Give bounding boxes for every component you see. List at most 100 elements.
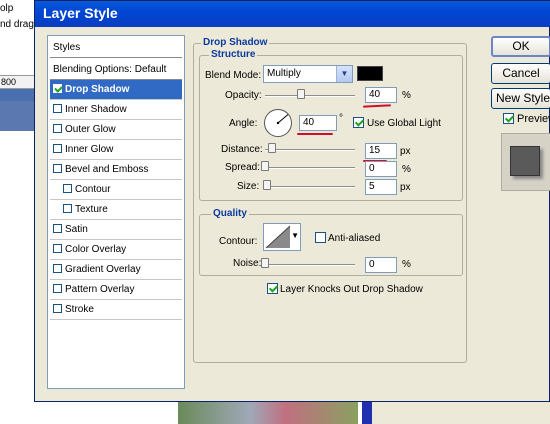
style-item-checkbox[interactable] — [53, 104, 62, 113]
style-item-color-overlay[interactable]: Color Overlay — [50, 240, 182, 260]
use-global-light-label[interactable]: Use Global Light — [367, 118, 441, 129]
size-unit: px — [400, 182, 411, 193]
background-hint-text: olp — [0, 3, 14, 14]
noise-input[interactable]: 0 — [365, 257, 397, 273]
style-item-checkbox[interactable] — [53, 244, 62, 253]
style-item-drop-shadow[interactable]: Drop Shadow — [50, 80, 182, 100]
angle-dial-icon — [264, 109, 292, 137]
structure-title: Structure — [209, 49, 258, 60]
background-ruler: 800 — [0, 75, 36, 89]
styles-header[interactable]: Styles — [50, 38, 182, 58]
style-item-checkbox[interactable] — [53, 124, 62, 133]
spread-slider-thumb[interactable] — [261, 161, 269, 171]
style-item-label: Satin — [65, 224, 88, 235]
new-style-button[interactable]: New Style... — [491, 88, 550, 109]
distance-slider-thumb[interactable] — [268, 143, 277, 153]
angle-input[interactable]: 40 — [299, 115, 337, 131]
angle-label: Angle: — [229, 118, 258, 129]
shadow-color-swatch[interactable] — [357, 66, 383, 81]
dialog-title: Layer Style — [43, 5, 118, 21]
style-item-label: Bevel and Emboss — [65, 164, 149, 175]
background-canvas — [0, 0, 36, 424]
blending-options[interactable]: Blending Options: Default — [50, 60, 182, 80]
style-item-checkbox[interactable] — [63, 204, 72, 213]
distance-input[interactable]: 15 — [365, 143, 397, 159]
distance-slider[interactable] — [265, 143, 355, 153]
style-item-label: Outer Glow — [65, 124, 116, 135]
anti-aliased-label[interactable]: Anti-aliased — [328, 233, 380, 244]
style-item-gradient-overlay[interactable]: Gradient Overlay — [50, 260, 182, 280]
opacity-unit: % — [402, 90, 411, 101]
noise-label: Noise: — [233, 258, 262, 269]
background-image — [0, 101, 36, 131]
style-item-label: Stroke — [65, 304, 94, 315]
size-input[interactable]: 5 — [365, 179, 397, 195]
drop-shadow-title: Drop Shadow — [201, 37, 270, 48]
style-item-texture[interactable]: Texture — [50, 200, 182, 220]
knockout-label[interactable]: Layer Knocks Out Drop Shadow — [280, 284, 423, 295]
style-item-checkbox[interactable] — [63, 184, 72, 193]
style-item-stroke[interactable]: Stroke — [50, 300, 182, 320]
anti-aliased-checkbox[interactable] — [315, 232, 326, 243]
style-item-label: Inner Glow — [65, 144, 114, 155]
layer-style-dialog: Layer Style Styles Blending Options: Def… — [34, 0, 550, 402]
spread-label: Spread: — [225, 162, 261, 173]
style-item-checkbox[interactable] — [53, 224, 62, 233]
distance-unit: px — [400, 146, 411, 157]
blend-mode-label: Blend Mode: — [205, 70, 262, 81]
preview-label[interactable]: Preview — [517, 113, 550, 125]
style-item-checkbox[interactable] — [53, 264, 62, 273]
opacity-input[interactable]: 40 — [365, 87, 397, 103]
style-item-satin[interactable]: Satin — [50, 220, 182, 240]
noise-slider[interactable] — [261, 258, 355, 268]
contour-picker[interactable]: ▼ — [263, 223, 301, 251]
opacity-label: Opacity: — [225, 90, 262, 101]
style-item-contour[interactable]: Contour — [50, 180, 182, 200]
blend-mode-select[interactable]: Multiply ▼ — [263, 65, 353, 83]
style-item-label: Drop Shadow — [65, 84, 130, 95]
quality-title: Quality — [211, 208, 249, 219]
styles-list: Styles Blending Options: Default Drop Sh… — [47, 35, 185, 389]
style-item-outer-glow[interactable]: Outer Glow — [50, 120, 182, 140]
chevron-down-icon: ▼ — [291, 231, 299, 240]
contour-label: Contour: — [219, 236, 258, 247]
style-item-checkbox[interactable] — [53, 164, 62, 173]
spread-slider[interactable] — [261, 161, 355, 171]
noise-unit: % — [402, 259, 411, 270]
title-bar[interactable]: Layer Style — [35, 1, 550, 27]
style-item-bevel-and-emboss[interactable]: Bevel and Emboss — [50, 160, 182, 180]
knockout-checkbox[interactable] — [267, 283, 278, 294]
spread-unit: % — [402, 164, 411, 175]
opacity-slider[interactable] — [265, 89, 355, 99]
style-item-checkbox[interactable] — [53, 304, 62, 313]
chevron-down-icon: ▼ — [336, 66, 352, 82]
noise-slider-thumb[interactable] — [261, 258, 269, 268]
style-item-label: Gradient Overlay — [65, 264, 141, 275]
ruler-mark: 800 — [1, 77, 17, 87]
annotation-underline — [297, 133, 333, 135]
size-slider[interactable] — [262, 180, 355, 190]
style-item-label: Pattern Overlay — [65, 284, 135, 295]
size-slider-thumb[interactable] — [262, 180, 271, 190]
spread-input[interactable]: 0 — [365, 161, 397, 177]
style-item-label: Inner Shadow — [65, 104, 127, 115]
ok-button[interactable]: OK — [491, 36, 550, 57]
preview-thumbnail — [501, 133, 550, 191]
style-item-checkbox[interactable] — [53, 284, 62, 293]
style-item-label: Contour — [75, 184, 111, 195]
distance-label: Distance: — [221, 144, 263, 155]
style-item-inner-glow[interactable]: Inner Glow — [50, 140, 182, 160]
contour-curve-icon — [265, 225, 291, 249]
angle-dial[interactable] — [263, 108, 293, 138]
angle-unit: ° — [339, 113, 343, 124]
style-item-checkbox[interactable] — [53, 84, 62, 93]
cancel-button[interactable]: Cancel — [491, 63, 550, 84]
use-global-light-checkbox[interactable] — [353, 117, 364, 128]
style-item-inner-shadow[interactable]: Inner Shadow — [50, 100, 182, 120]
preview-checkbox[interactable] — [503, 113, 514, 124]
background-image-strip — [0, 89, 36, 101]
opacity-slider-thumb[interactable] — [297, 89, 305, 99]
style-item-pattern-overlay[interactable]: Pattern Overlay — [50, 280, 182, 300]
style-item-label: Texture — [75, 204, 108, 215]
style-item-checkbox[interactable] — [53, 144, 62, 153]
